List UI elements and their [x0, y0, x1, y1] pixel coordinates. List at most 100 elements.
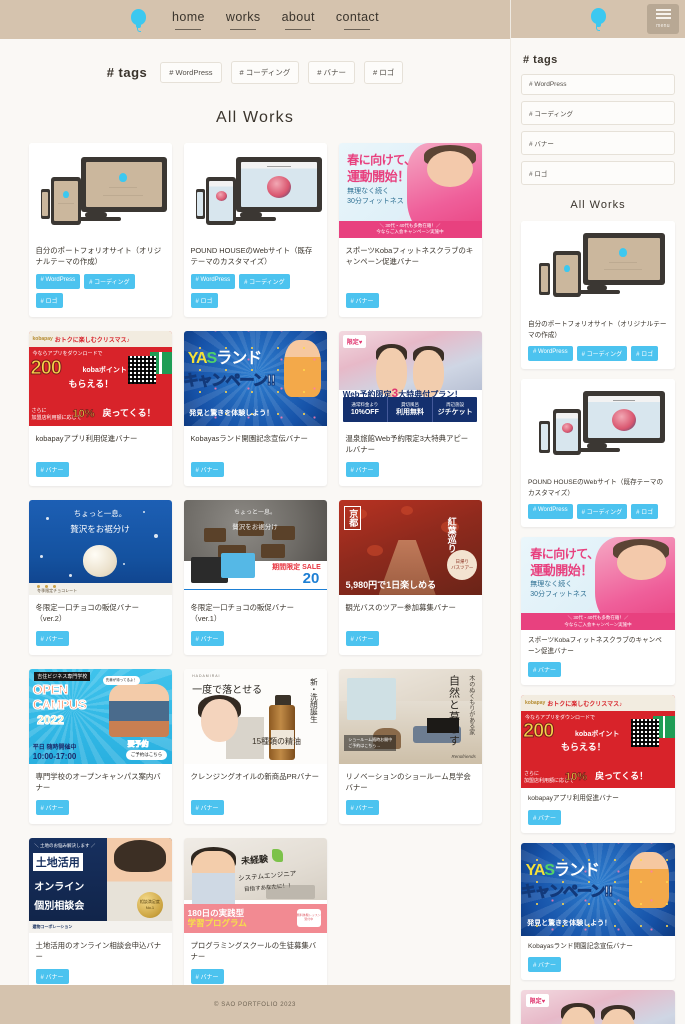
work-card[interactable]: YASランド キャンペーン!! 発見と驚きを体験しよう！ Kobayasランド開… [521, 842, 675, 981]
work-tag[interactable]: # ロゴ [631, 504, 659, 520]
work-thumbnail-koba-fitness: 春に向けて、 運動開始！ 無理なく続く 30分フィットネス ＼ 30代・40代も多… [338, 143, 482, 238]
work-card[interactable]: POUND HOUSEのWebサイト（既存テーマのカスタマイズ） # WordP… [521, 379, 675, 528]
work-card[interactable]: YASランド キャンペーン!! 発見と驚きを体験しよう！ Kobayasランド開… [183, 330, 327, 486]
work-tags: # WordPress # コーディング # ロゴ [528, 346, 668, 362]
banner-sub: 平日 随時開催中 [32, 745, 77, 752]
work-card[interactable]: ちょっと一息。 贅沢をお裾分け 冬季限定チョコレート 冬限定一口チョコの販促バナ… [28, 499, 172, 655]
work-thumbnail-kobapay-xmas: kobapay おトクに楽しむクリスマス♪ 今ならアプリをダウンロードで 200 … [521, 695, 675, 789]
work-title: Kobayasランド開園記念宣伝バナー [190, 433, 308, 443]
work-tag[interactable]: # バナー [345, 292, 379, 308]
work-tag[interactable]: # WordPress [35, 273, 81, 289]
tag-filter-coding[interactable]: # コーディング [230, 61, 300, 84]
work-tags: # バナー [35, 630, 165, 646]
nav-item-home[interactable]: home [172, 9, 205, 30]
work-card[interactable]: 限定♥ Web予約限定3大特典付プラン！ 通常料金より10 貸切風呂利用無料 周… [521, 990, 675, 1024]
nav-item-contact[interactable]: contact [336, 9, 379, 30]
tag-filter-banner[interactable]: # バナー [521, 131, 675, 155]
work-card[interactable]: 未経験 システムエンジニア 目指すあなたに！！ 180日の実践型 学習プログラム… [183, 837, 327, 985]
banner-line: 土地活用 [32, 852, 83, 871]
work-title: プログラミングスクールの生徒募集バナー [190, 940, 317, 962]
tag-filter-banner[interactable]: # バナー [308, 61, 356, 84]
tag-filter-coding[interactable]: # コーディング [521, 101, 675, 125]
work-card[interactable]: kobapay おトクに楽しむクリスマス♪ 今ならアプリをダウンロードで 200 … [521, 695, 675, 833]
banner-line: OPEN [32, 681, 69, 698]
mobile-header: menu [511, 0, 685, 38]
banner-sub: もらえる！ [68, 378, 114, 389]
work-tag[interactable]: # バナー [35, 630, 69, 646]
work-tags: # WordPress # コーディング # ロゴ [35, 273, 165, 308]
menu-label: menu [656, 23, 670, 29]
work-tag[interactable]: # ロゴ [190, 292, 218, 308]
work-card[interactable]: kobapay おトクに楽しむクリスマス♪ 今ならアプリをダウンロードで 200 … [28, 330, 172, 486]
tag-filter-wordpress[interactable]: # WordPress [160, 62, 222, 83]
work-card[interactable]: 吉住ビジネス専門学校 先輩が待ってるよ！ OPEN CAMPUS 2022 平日… [28, 668, 172, 824]
work-card[interactable]: 京都 紅葉巡り 日帰り バスツアー 5,980円で1日楽しめる 観光バスのツアー参… [338, 499, 482, 655]
desktop-content: # tags # WordPress # コーディング # バナー # ロゴ A… [0, 39, 510, 985]
banner-headline: おトクに楽しむクリスマス♪ [547, 701, 623, 708]
banner-sub: 冬季限定チョコレート [37, 587, 78, 593]
work-card-body: 冬限定一口チョコの販促バナー（ver.2） # バナー [29, 595, 172, 655]
work-thumbnail-cleansing-oil: HADAMIRAI 一度で落とせる Organic OIL 新・洗顔誕生 15種… [183, 668, 327, 764]
work-card-body: POUND HOUSEのWebサイト（既存テーマのカスタマイズ） # WordP… [184, 238, 327, 317]
work-tag[interactable]: # バナー [190, 461, 224, 477]
work-card[interactable]: 自分のポートフォリオサイト（オリジナルテーマの作成） # WordPress #… [28, 143, 172, 317]
work-tag[interactable]: # WordPress [528, 346, 573, 362]
work-tag[interactable]: # ロゴ [631, 346, 659, 362]
work-tag[interactable]: # バナー [345, 461, 379, 477]
work-card[interactable]: ＼ 土地のお悩み解決します ／ 土地活用 オンライン 個別相談会 相談満足度 No… [28, 837, 172, 985]
bulb-balloon-icon[interactable] [131, 7, 147, 33]
banner-sub: 無理なく続く [530, 580, 573, 588]
work-card[interactable]: 春に向けて、 運動開始！ 無理なく続く 30分フィットネス ＼ 30代・40代も多… [338, 143, 482, 317]
work-tag[interactable]: # WordPress [528, 504, 573, 520]
banner-sub: 木のぬくもりがある家 [467, 674, 474, 735]
work-card[interactable]: POUND HOUSEのWebサイト（既存テーマのカスタマイズ） # WordP… [183, 143, 327, 317]
banner-strip: 今ならご入会キャンペーン実施中 [376, 229, 444, 235]
work-card[interactable]: ちょっと一息。 贅沢をお裾分け 期間限定 SALE 20 冬限定一口チョコの販促… [183, 499, 327, 655]
work-card[interactable]: 春に向けて、 運動開始！ 無理なく続く 30分フィットネス ＼ 30代・40代も多… [521, 537, 675, 686]
work-card[interactable]: HADAMIRAI 一度で落とせる Organic OIL 新・洗顔誕生 15種… [183, 668, 327, 824]
work-card-body: 温泉旅館Web予約限定3大特典アピールバナー # バナー [339, 426, 482, 486]
work-tag[interactable]: # バナー [528, 662, 562, 678]
banner-sub: kobaポイント [575, 730, 620, 738]
tag-filter-logo[interactable]: # ロゴ [521, 161, 675, 185]
work-tag[interactable]: # バナー [35, 968, 69, 984]
work-tag[interactable]: # コーディング [576, 346, 628, 362]
work-tag[interactable]: # バナー [190, 968, 224, 984]
work-tag[interactable]: # バナー [35, 461, 69, 477]
work-thumbnail-devices-poundhouse [521, 379, 675, 473]
hamburger-icon[interactable]: menu [647, 4, 679, 34]
work-tag[interactable]: # ロゴ [35, 292, 63, 308]
work-tag[interactable]: # バナー [190, 799, 224, 815]
work-tag[interactable]: # コーディング [84, 273, 135, 289]
work-tag[interactable]: # WordPress [190, 273, 236, 289]
banner-sub: もらえる！ [561, 741, 606, 752]
banner-line: 未経験 [240, 853, 269, 867]
work-card[interactable]: 自然と暮らす 木のぬくもりがある家 ショールーム随時お開中 ご予約はこちら→ Re… [338, 668, 482, 824]
banner-number: 200 [522, 720, 554, 743]
work-tag[interactable]: # バナー [345, 630, 379, 646]
work-card-body: kobapayアプリ利用促進バナー # バナー [521, 788, 675, 833]
work-tag[interactable]: # バナー [528, 957, 562, 973]
work-tag[interactable]: # バナー [345, 799, 379, 815]
work-tag[interactable]: # バナー [190, 630, 224, 646]
tag-filter-wordpress[interactable]: # WordPress [521, 74, 675, 95]
banner-line: 京都 [348, 508, 359, 527]
work-tag[interactable]: # バナー [35, 799, 69, 815]
work-card[interactable]: 自分のポートフォリオサイト（オリジナルテーマの作成） # WordPress #… [521, 221, 675, 370]
work-tag[interactable]: # バナー [528, 809, 562, 825]
site-header: home works about contact [0, 0, 510, 39]
bulb-balloon-icon[interactable] [590, 6, 606, 32]
nav-item-about[interactable]: about [282, 9, 315, 30]
work-tag[interactable]: # コーディング [576, 504, 628, 520]
nav-item-works[interactable]: works [226, 9, 261, 30]
work-card[interactable]: 限定♥ Web予約限定3大特典付プラン！ 通常料金より 10%OFF 貸切風呂 利用… [338, 330, 482, 486]
work-tag[interactable]: # コーディング [239, 273, 290, 289]
work-title: 土地活用のオンライン相談会申込バナー [35, 940, 162, 962]
work-thumbnail-programming-school: 未経験 システムエンジニア 目指すあなたに！！ 180日の実践型 学習プログラム… [183, 837, 327, 933]
tag-filter-logo[interactable]: # ロゴ [364, 61, 404, 84]
work-title: 冬限定一口チョコの販促バナー（ver.2） [35, 602, 139, 624]
work-tags: # バナー [190, 799, 320, 815]
work-title: kobapayアプリ利用促進バナー [528, 795, 619, 803]
banner-brand: HADAMIRAI [192, 673, 221, 678]
work-tags: # バナー [35, 968, 165, 984]
